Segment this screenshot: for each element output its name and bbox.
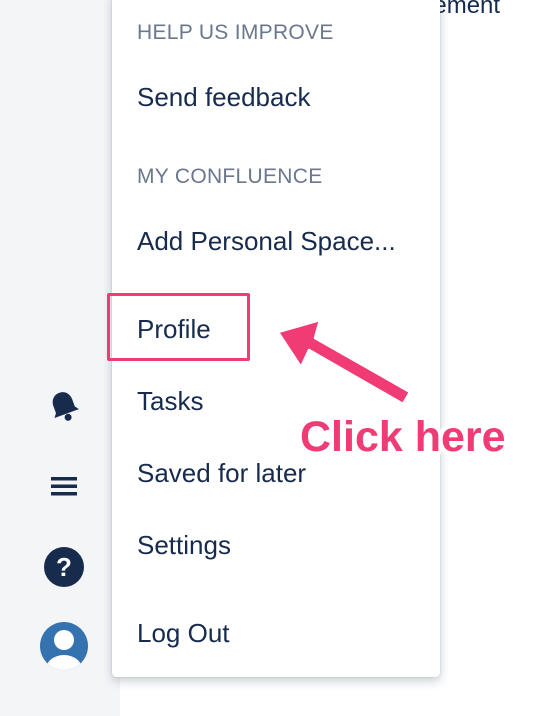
- pointer-arrow-icon: [276, 318, 412, 406]
- profile-avatar-button[interactable]: [0, 620, 128, 672]
- menu-button[interactable]: [0, 468, 128, 504]
- notifications-button[interactable]: [0, 385, 128, 427]
- menu-item-settings[interactable]: Settings: [137, 530, 231, 561]
- help-icon: ?: [44, 547, 84, 587]
- section-heading-my-confluence: MY CONFLUENCE: [137, 165, 323, 188]
- avatar-icon: [40, 622, 88, 670]
- menu-item-log-out[interactable]: Log Out: [137, 618, 230, 649]
- global-sidebar: [0, 0, 120, 716]
- menu-item-send-feedback[interactable]: Send feedback: [137, 82, 310, 113]
- bell-icon: [52, 392, 79, 421]
- section-heading-help: HELP US IMPROVE: [137, 21, 334, 44]
- profile-highlight-box: [107, 293, 250, 361]
- click-here-callout: Click here: [300, 413, 506, 461]
- svg-text:?: ?: [56, 552, 72, 582]
- menu-icon: [51, 477, 77, 496]
- menu-item-saved-for-later[interactable]: Saved for later: [137, 458, 306, 489]
- menu-item-tasks[interactable]: Tasks: [137, 386, 203, 417]
- help-button[interactable]: ?: [0, 545, 128, 589]
- menu-item-add-personal-space[interactable]: Add Personal Space...: [137, 226, 396, 257]
